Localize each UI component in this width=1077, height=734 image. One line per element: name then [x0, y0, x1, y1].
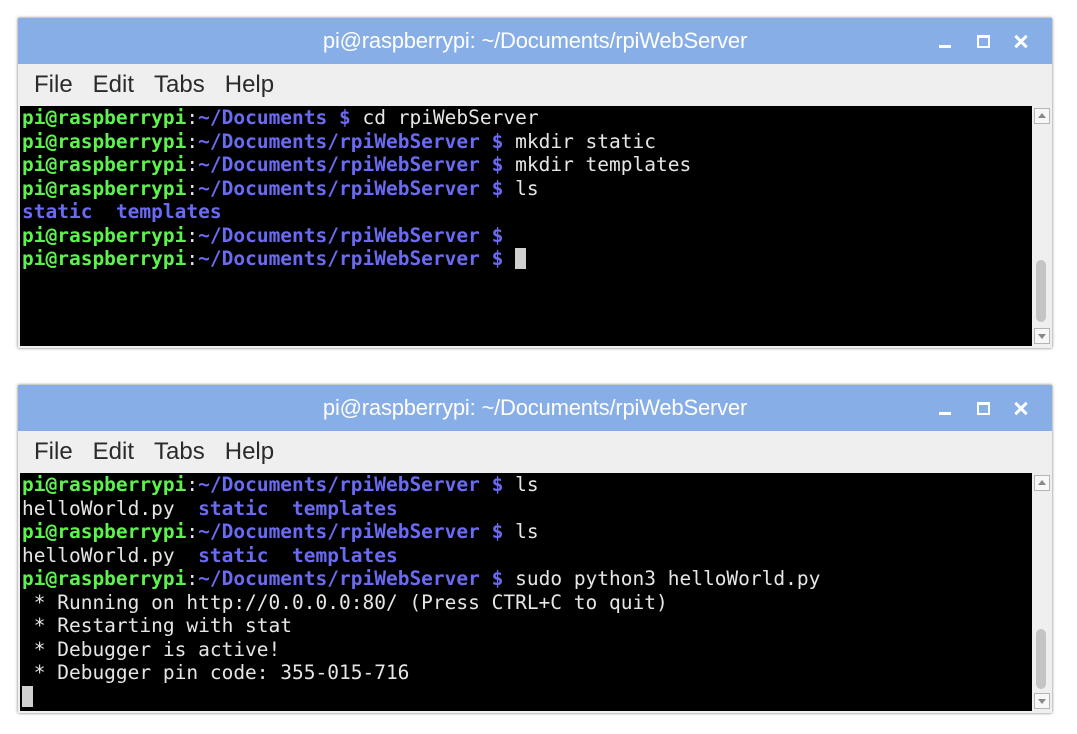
directory-entry: templates	[292, 496, 398, 520]
prompt-user-host: pi@raspberrypi	[22, 520, 187, 543]
scroll-thumb[interactable]	[1036, 260, 1046, 322]
prompt-separator: :	[186, 106, 199, 129]
prompt-separator: :	[186, 129, 199, 153]
window-titlebar[interactable]: pi@raspberrypi: ~/Documents/rpiWebServer	[18, 18, 1052, 64]
prompt-path: ~/Documents/rpiWebServer $	[198, 473, 504, 496]
menu-tabs[interactable]: Tabs	[154, 71, 205, 99]
command-text: sudo python3 helloWorld.py	[503, 567, 821, 590]
window-title: pi@raspberrypi: ~/Documents/rpiWebServer	[322, 28, 748, 53]
scroll-thumb[interactable]	[1036, 629, 1046, 689]
menu-help[interactable]: Help	[225, 71, 274, 99]
file-entry: helloWorld.py	[22, 496, 175, 520]
terminal-line: pi@raspberrypi:~/Documents/rpiWebServer …	[20, 130, 1032, 154]
prompt-path: ~/Documents/rpiWebServer $	[198, 247, 504, 270]
directory-entry: static	[22, 200, 93, 223]
menu-file[interactable]: File	[34, 71, 73, 99]
prompt-user-host: pi@raspberrypi	[22, 473, 187, 496]
directory-entry: templates	[292, 543, 398, 567]
close-icon[interactable]	[1006, 26, 1036, 56]
prompt-path: ~/Documents $	[198, 106, 351, 129]
close-icon[interactable]	[1006, 393, 1036, 423]
directory-entry: templates	[115, 200, 222, 223]
window-titlebar[interactable]: pi@raspberrypi: ~/Documents/rpiWebServer	[18, 385, 1052, 431]
file-entry: helloWorld.py	[22, 543, 175, 567]
command-text: mkdir templates	[503, 153, 692, 176]
menu-edit[interactable]: Edit	[93, 438, 134, 466]
terminal-line: helloWorld.py static templates	[20, 544, 1032, 568]
prompt-path: ~/Documents/rpiWebServer $	[198, 567, 504, 590]
terminal-output[interactable]: pi@raspberrypi:~/Documents $ cd rpiWebSe…	[20, 106, 1032, 346]
menu-edit[interactable]: Edit	[93, 71, 134, 99]
command-text: ls	[503, 176, 539, 200]
prompt-path: ~/Documents/rpiWebServer $	[198, 129, 504, 153]
terminal-line: pi@raspberrypi:~/Documents $ cd rpiWebSe…	[20, 106, 1032, 130]
output-text: * Running on http://0.0.0.0:80/ (Press C…	[22, 590, 668, 614]
prompt-user-host: pi@raspberrypi	[22, 106, 187, 129]
prompt-path: ~/Documents/rpiWebServer $	[198, 520, 504, 543]
terminal-line: pi@raspberrypi:~/Documents/rpiWebServer …	[20, 520, 1032, 544]
output-text: * Restarting with stat	[22, 614, 293, 637]
prompt-user-host: pi@raspberrypi	[22, 223, 187, 247]
scroll-up-icon[interactable]	[1034, 475, 1050, 491]
vertical-scrollbar[interactable]	[1032, 473, 1050, 711]
directory-entry: static	[198, 496, 269, 520]
terminal-line: * Debugger pin code: 355-015-716	[20, 661, 1032, 685]
prompt-separator: :	[186, 567, 199, 590]
command-text: ls	[503, 520, 539, 543]
scroll-down-icon[interactable]	[1034, 693, 1050, 709]
prompt-user-host: pi@raspberrypi	[22, 129, 187, 153]
scroll-down-icon[interactable]	[1034, 328, 1050, 344]
command-text: cd rpiWebServer	[350, 106, 539, 129]
minimize-icon[interactable]	[930, 26, 960, 56]
prompt-user-host: pi@raspberrypi	[22, 247, 187, 270]
terminal-cursor	[22, 685, 33, 707]
menu-tabs[interactable]: Tabs	[154, 438, 205, 466]
scroll-up-icon[interactable]	[1034, 108, 1050, 124]
terminal-line: pi@raspberrypi:~/Documents/rpiWebServer …	[20, 177, 1032, 201]
maximize-icon[interactable]	[968, 26, 998, 56]
prompt-user-host: pi@raspberrypi	[22, 567, 187, 590]
terminal-line: pi@raspberrypi:~/Documents/rpiWebServer …	[20, 567, 1032, 591]
maximize-icon[interactable]	[968, 393, 998, 423]
minimize-icon[interactable]	[930, 393, 960, 423]
prompt-separator: :	[186, 153, 199, 176]
terminal-line: * Running on http://0.0.0.0:80/ (Press C…	[20, 591, 1032, 615]
prompt-path: ~/Documents/rpiWebServer $	[198, 223, 504, 247]
terminal-output[interactable]: pi@raspberrypi:~/Documents/rpiWebServer …	[20, 473, 1032, 711]
terminal-line: pi@raspberrypi:~/Documents/rpiWebServer …	[20, 153, 1032, 177]
terminal-cursor	[515, 248, 527, 269]
terminal-line: helloWorld.py static templates	[20, 497, 1032, 521]
window-title: pi@raspberrypi: ~/Documents/rpiWebServer	[322, 395, 748, 420]
terminal-line: * Debugger is active!	[20, 638, 1032, 662]
prompt-user-host: pi@raspberrypi	[22, 176, 187, 200]
command-text: mkdir static	[503, 129, 656, 153]
menu-bar: File Edit Tabs Help	[18, 431, 1052, 473]
terminal-line: static templates	[20, 200, 1032, 224]
terminal-window-bottom[interactable]: pi@raspberrypi: ~/Documents/rpiWebServer…	[18, 385, 1052, 713]
menu-file[interactable]: File	[34, 438, 73, 466]
prompt-user-host: pi@raspberrypi	[22, 153, 187, 176]
terminal-window-top[interactable]: pi@raspberrypi: ~/Documents/rpiWebServer…	[18, 18, 1052, 348]
prompt-separator: :	[186, 247, 199, 270]
output-text: * Debugger is active!	[22, 637, 281, 661]
vertical-scrollbar[interactable]	[1032, 106, 1050, 346]
menu-bar: File Edit Tabs Help	[18, 64, 1052, 106]
menu-help[interactable]: Help	[225, 438, 274, 466]
terminal-line: pi@raspberrypi:~/Documents/rpiWebServer …	[20, 473, 1032, 497]
prompt-separator: :	[186, 223, 199, 247]
output-text: * Debugger pin code: 355-015-716	[22, 661, 410, 684]
terminal-line	[20, 685, 1032, 709]
prompt-path: ~/Documents/rpiWebServer $	[198, 176, 504, 200]
terminal-line: pi@raspberrypi:~/Documents/rpiWebServer …	[20, 247, 1032, 271]
command-text	[503, 247, 515, 270]
command-text: ls	[503, 473, 539, 496]
prompt-separator: :	[186, 176, 199, 200]
terminal-line: pi@raspberrypi:~/Documents/rpiWebServer …	[20, 224, 1032, 248]
prompt-separator: :	[186, 520, 199, 543]
terminal-line: * Restarting with stat	[20, 614, 1032, 638]
prompt-path: ~/Documents/rpiWebServer $	[198, 153, 504, 176]
prompt-separator: :	[186, 473, 199, 496]
directory-entry: static	[198, 543, 269, 567]
